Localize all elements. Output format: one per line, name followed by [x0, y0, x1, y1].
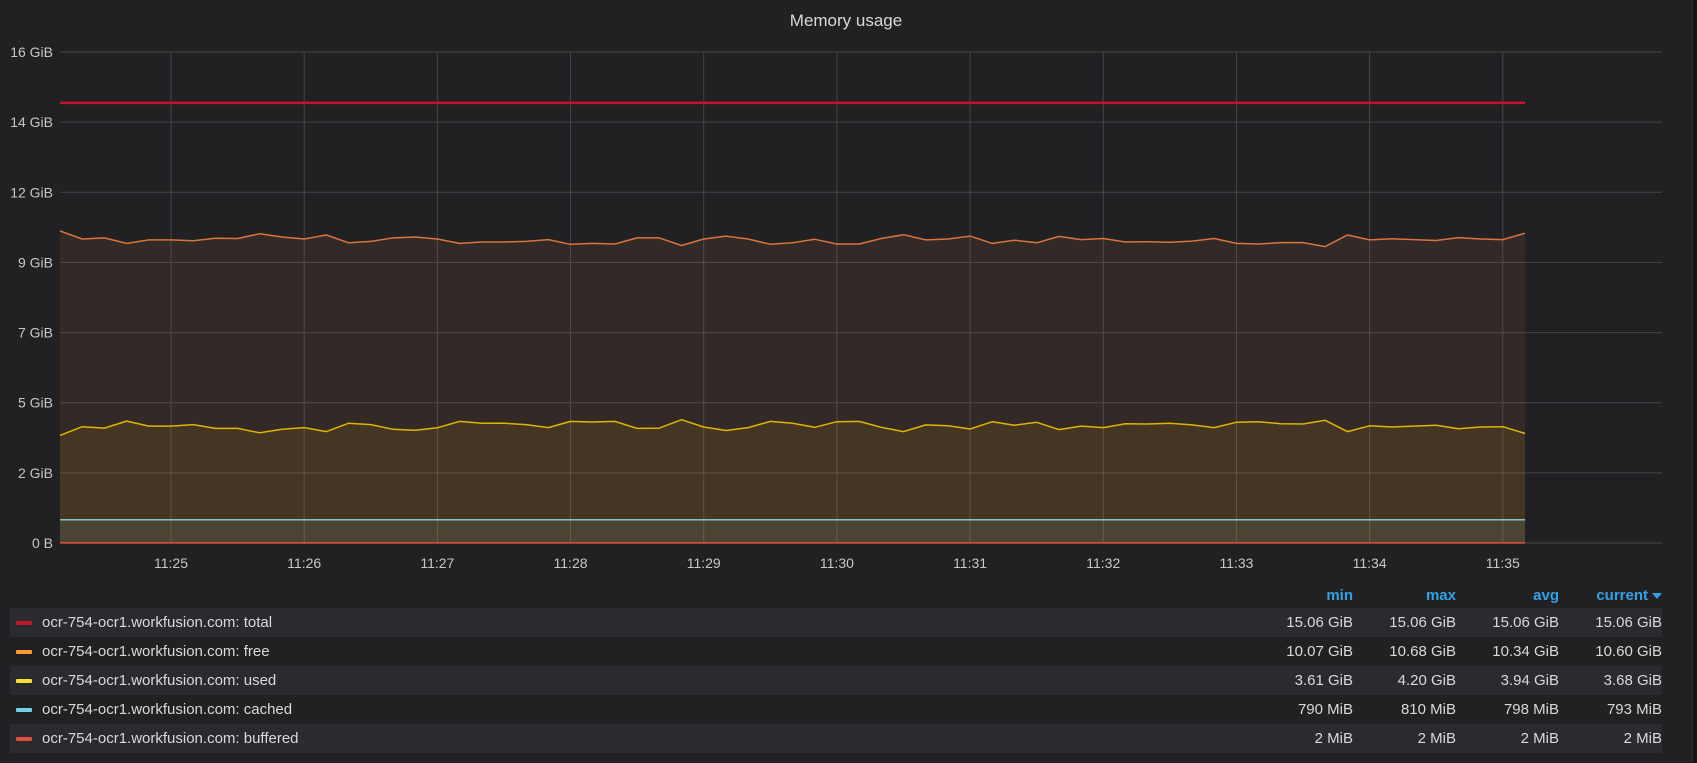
series-name[interactable]: ocr-754-ocr1.workfusion.com: cached — [42, 701, 292, 718]
series-avg: 2 MiB — [1520, 730, 1559, 747]
series-max: 810 MiB — [1400, 701, 1456, 718]
legend-row[interactable]: ocr-754-ocr1.workfusion.com: used 3.61 Gi… — [10, 666, 1662, 695]
legend-table: min max avg current ocr-754-ocr1.workfus… — [10, 584, 1662, 753]
legend-col-min[interactable]: min — [1250, 587, 1353, 604]
y-tick-label: 14 GiB — [10, 114, 53, 130]
series-min: 790 MiB — [1297, 701, 1353, 718]
series-max: 4.20 GiB — [1397, 672, 1456, 689]
legend-row[interactable]: ocr-754-ocr1.workfusion.com: free 10.07 G… — [10, 637, 1662, 666]
legend-header: min max avg current — [10, 584, 1662, 606]
series-current: 10.60 GiB — [1595, 643, 1662, 660]
y-tick-label: 0 B — [32, 535, 53, 551]
series-color-swatch[interactable] — [16, 678, 32, 683]
series-min: 2 MiB — [1314, 730, 1353, 747]
graph-panel: Memory usage 16 GiB 14 GiB 12 GiB 9 GiB 7 Gi… — [0, 0, 1693, 762]
x-tick-label: 11:33 — [1219, 555, 1253, 571]
series-avg: 10.34 GiB — [1492, 643, 1559, 660]
legend-row[interactable]: ocr-754-ocr1.workfusion.com: buffered 2 M… — [10, 724, 1662, 753]
series-current: 793 MiB — [1606, 701, 1662, 718]
series-avg: 798 MiB — [1503, 701, 1559, 718]
y-tick-label: 2 GiB — [18, 465, 53, 481]
series-name[interactable]: ocr-754-ocr1.workfusion.com: free — [42, 643, 270, 660]
series-color-swatch[interactable] — [16, 707, 32, 712]
y-tick-label: 7 GiB — [18, 325, 53, 341]
series-name[interactable]: ocr-754-ocr1.workfusion.com: used — [42, 672, 276, 689]
x-tick-label: 11:29 — [687, 555, 721, 571]
series-avg: 15.06 GiB — [1492, 614, 1559, 631]
x-tick-label: 11:32 — [1086, 555, 1120, 571]
series-max: 2 MiB — [1417, 730, 1456, 747]
y-tick-label: 12 GiB — [10, 184, 53, 200]
series-min: 10.07 GiB — [1286, 643, 1353, 660]
series-max: 15.06 GiB — [1389, 614, 1456, 631]
x-tick-label: 11:27 — [420, 555, 454, 571]
sort-desc-icon — [1652, 592, 1662, 599]
legend-row[interactable]: ocr-754-ocr1.workfusion.com: total 15.06 … — [10, 608, 1662, 637]
y-tick-label: 5 GiB — [18, 395, 53, 411]
legend-row[interactable]: ocr-754-ocr1.workfusion.com: cached 790 M… — [10, 695, 1662, 724]
y-tick-label: 16 GiB — [10, 44, 53, 60]
series-area — [60, 519, 1525, 543]
legend-col-avg[interactable]: avg — [1456, 587, 1559, 604]
x-tick-label: 11:30 — [820, 555, 854, 571]
series-color-swatch[interactable] — [16, 736, 32, 741]
series-color-swatch[interactable] — [16, 620, 32, 625]
x-tick-label: 11:35 — [1486, 555, 1520, 571]
series-min: 3.61 GiB — [1294, 672, 1353, 689]
memory-usage-chart[interactable]: 16 GiB 14 GiB 12 GiB 9 GiB 7 GiB 5 GiB 2 GiB 0 … — [0, 0, 1692, 580]
series-max: 10.68 GiB — [1389, 643, 1456, 660]
legend-col-current[interactable]: current — [1559, 587, 1662, 604]
legend-col-max[interactable]: max — [1353, 587, 1456, 604]
series-name[interactable]: ocr-754-ocr1.workfusion.com: buffered — [42, 730, 299, 747]
x-tick-label: 11:31 — [953, 555, 987, 571]
x-tick-label: 11:28 — [554, 555, 588, 571]
series-current: 15.06 GiB — [1595, 614, 1662, 631]
series-color-swatch[interactable] — [16, 649, 32, 654]
y-tick-label: 9 GiB — [18, 254, 53, 270]
x-tick-label: 11:25 — [154, 555, 188, 571]
x-tick-label: 11:26 — [287, 555, 321, 571]
series-name[interactable]: ocr-754-ocr1.workfusion.com: total — [42, 614, 272, 631]
series-current: 2 MiB — [1623, 730, 1662, 747]
series-current: 3.68 GiB — [1603, 672, 1662, 689]
x-tick-label: 11:34 — [1353, 555, 1387, 571]
series-avg: 3.94 GiB — [1500, 672, 1559, 689]
series-min: 15.06 GiB — [1286, 614, 1353, 631]
